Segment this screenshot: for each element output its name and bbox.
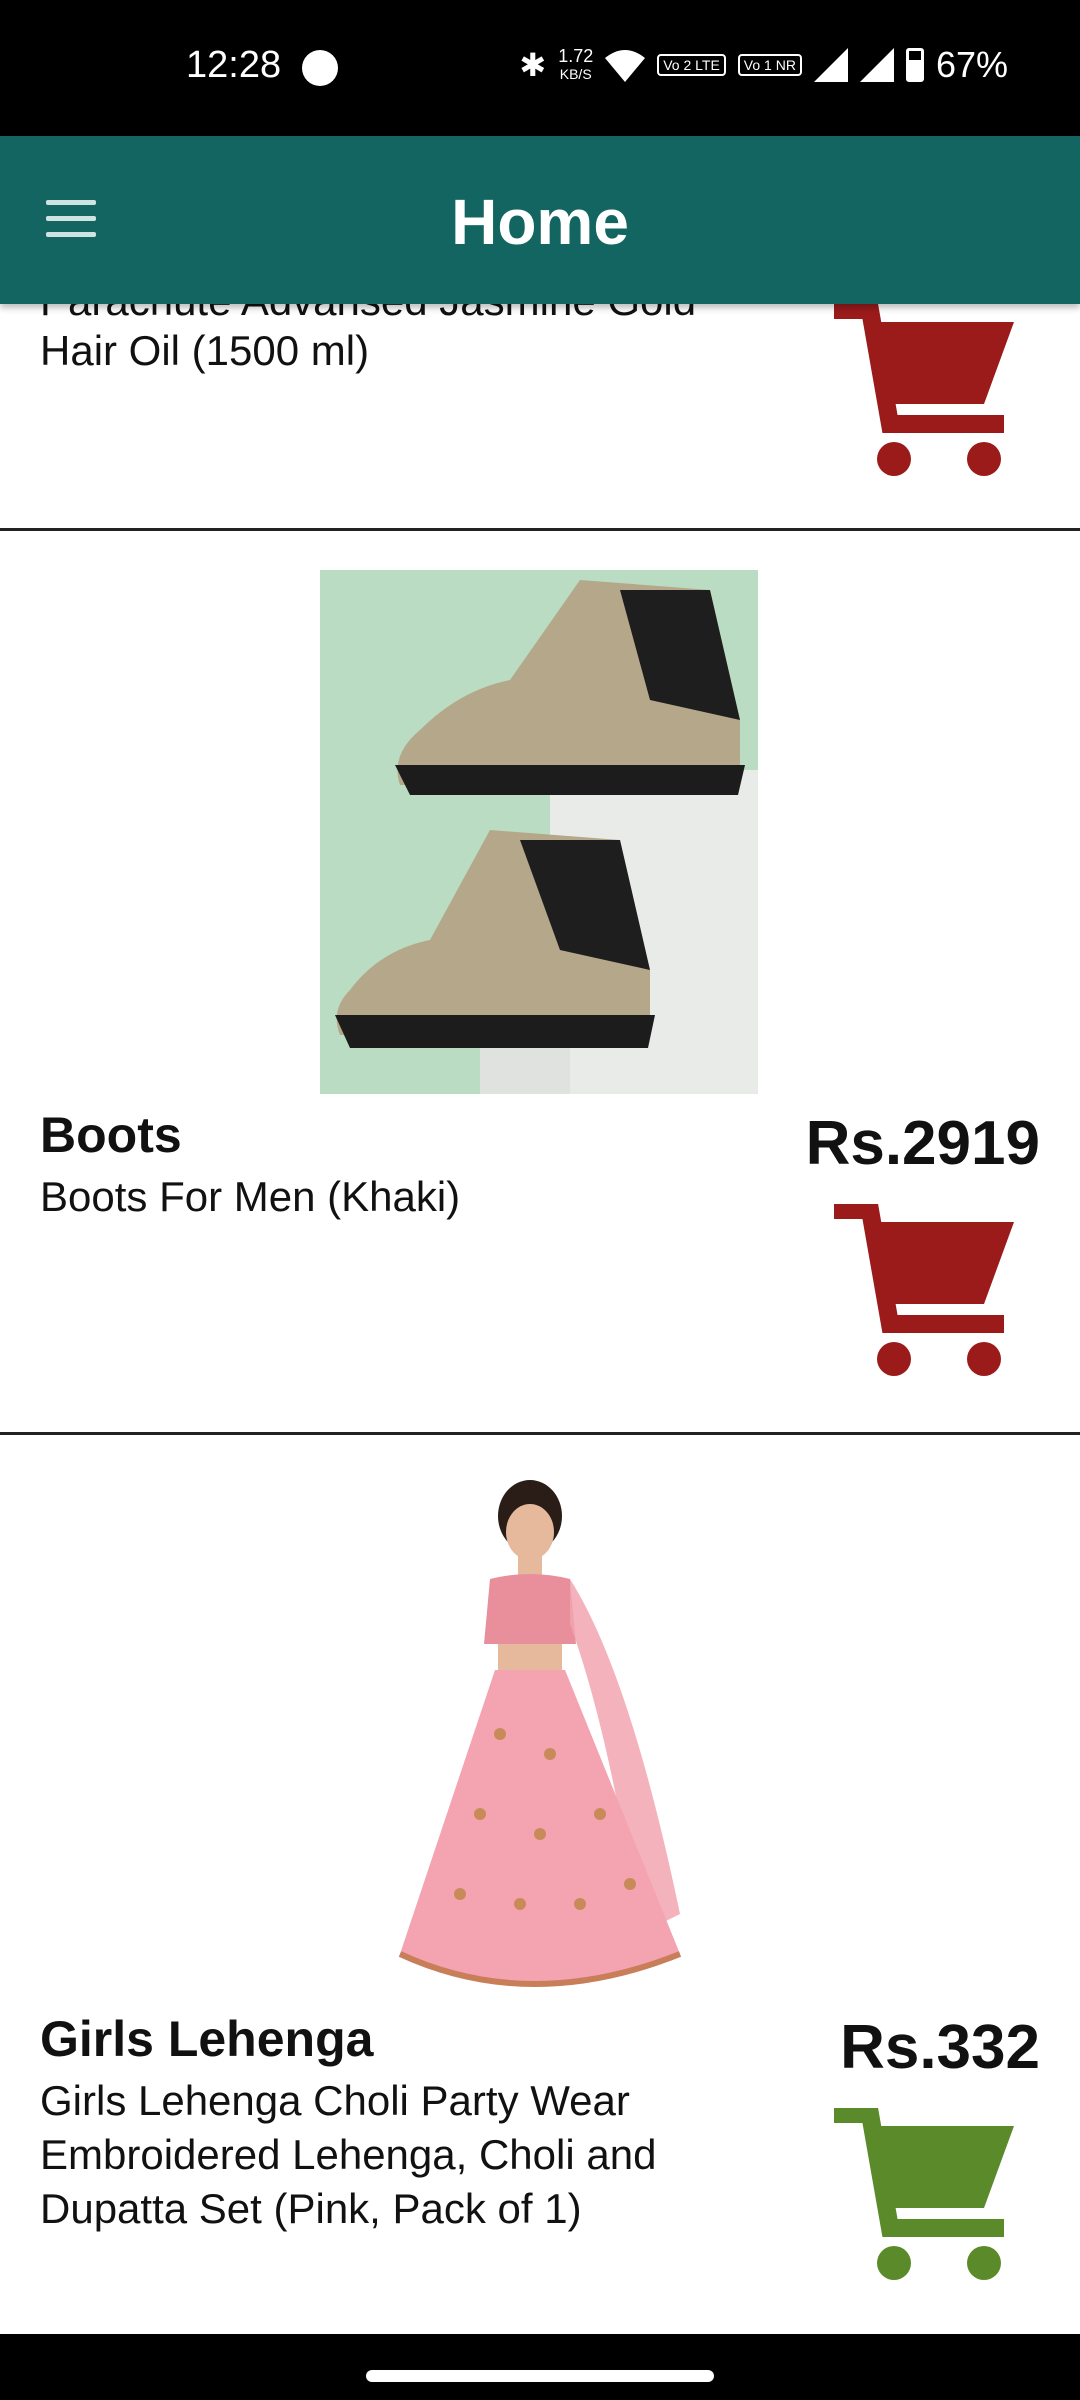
product-price: Rs.332 (840, 2013, 1040, 2082)
signal-icon (813, 48, 848, 82)
cart-icon[interactable] (834, 1204, 1020, 1380)
status-time: 12:28 (186, 44, 282, 86)
status-bar: 12:28 ✱ 1.72 KB/S Vo 2 LTE Vo 1 NR 67% (0, 0, 1080, 136)
product-name: Girls Lehenga (40, 2011, 374, 2067)
boots-image (320, 570, 758, 1094)
lehenga-image (398, 1480, 682, 1987)
net-speed-unit: KB/S (559, 66, 592, 82)
product-description: Hair Oil (1500 ml) (40, 327, 370, 374)
divider (0, 1432, 1080, 1435)
product-list[interactable]: Parachute Advansed Jasmine Gold Hair Oil… (0, 304, 1080, 2334)
home-gesture-pill[interactable] (366, 2370, 714, 2382)
signal-icon (859, 48, 894, 82)
product-price: Rs.2919 (805, 1109, 1040, 1178)
divider (0, 528, 1080, 531)
status-icons: ✱ 1.72 KB/S Vo 2 LTE Vo 1 NR 67% (519, 44, 1008, 86)
page-title: Home (451, 186, 629, 258)
product-description: Girls Lehenga Choli Party Wear Embroider… (40, 2077, 657, 2232)
product-image[interactable] (380, 1474, 700, 1998)
net-speed: 1.72 KB/S (558, 47, 593, 83)
cart-icon[interactable] (834, 2108, 1020, 2284)
wifi-icon (605, 50, 646, 82)
bluetooth-icon: ✱ (519, 47, 547, 83)
cart-icon[interactable] (834, 304, 1020, 480)
product-name: Boots (40, 1107, 182, 1163)
notification-dot-icon (302, 50, 338, 86)
product-image[interactable] (320, 570, 758, 1094)
sim2-badge: Vo 1 NR (737, 54, 802, 76)
sim1-badge: Vo 2 LTE (657, 54, 726, 76)
battery-percent: 67% (935, 44, 1008, 85)
net-speed-value: 1.72 (558, 46, 594, 66)
battery-icon (905, 48, 924, 82)
system-nav-bar (0, 2334, 1080, 2400)
product-description: Boots For Men (Khaki) (40, 1173, 461, 1220)
